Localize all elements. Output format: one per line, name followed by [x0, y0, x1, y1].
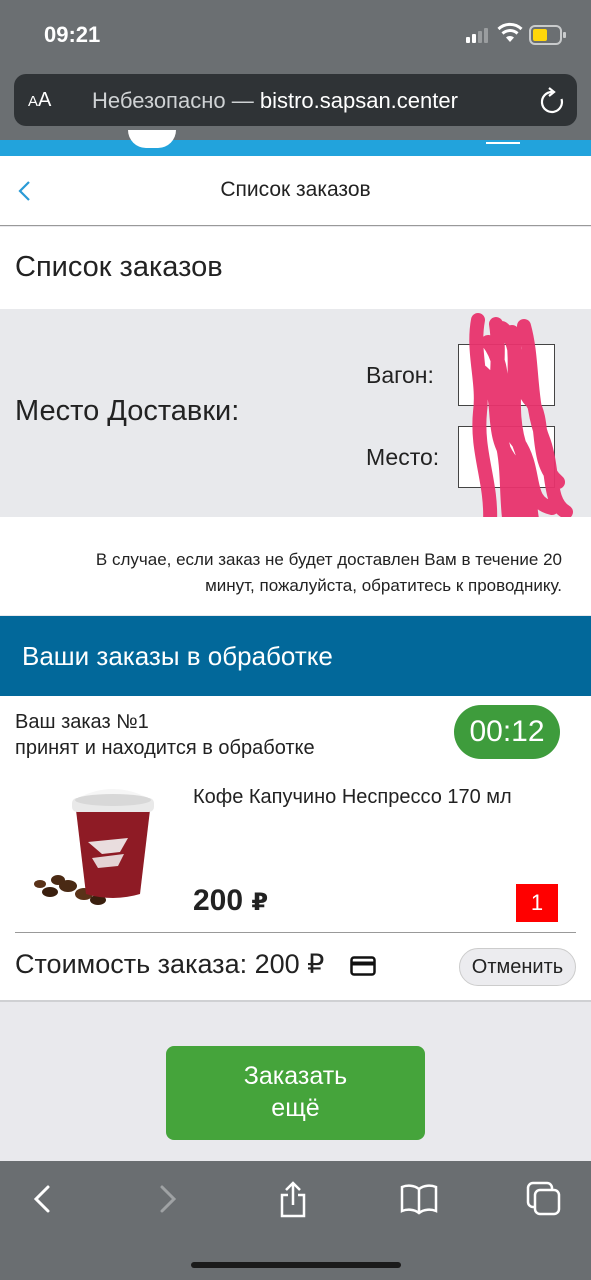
- url-text[interactable]: Небезопасно — bistro.sapsan.center: [92, 88, 458, 114]
- order-more-line-2: ещё: [271, 1094, 320, 1122]
- site-logo[interactable]: [128, 130, 176, 148]
- processing-title: Ваши заказы в обработке: [22, 641, 333, 671]
- reload-icon[interactable]: [539, 87, 565, 115]
- status-time: 09:21: [44, 22, 101, 47]
- order-divider: [15, 932, 576, 933]
- reader-text-size-button[interactable]: AA: [28, 89, 51, 112]
- product-name: Кофе Капучино Неспрессо 170 мл: [193, 786, 512, 808]
- product-price: 200 ₽: [193, 884, 269, 917]
- site-header-stripe: [0, 130, 591, 156]
- wifi-icon: [497, 22, 523, 42]
- forward-arrow-icon[interactable]: [156, 1181, 180, 1217]
- order-timer-badge: 00:12: [454, 705, 560, 759]
- delivery-notice: В случае, если заказ не будет доставлен …: [30, 547, 562, 599]
- credit-card-icon: [350, 956, 376, 976]
- page-title: Список заказов: [15, 251, 223, 283]
- signal-icon: [466, 28, 488, 43]
- cancel-order-button[interactable]: Отменить: [459, 948, 576, 986]
- order-status: принят и находится в обработке: [15, 737, 315, 759]
- share-icon[interactable]: [278, 1181, 308, 1219]
- seat-label: Место:: [366, 444, 440, 470]
- order-more-button[interactable]: Заказать ещё: [166, 1046, 425, 1140]
- currency-symbol: ₽: [251, 889, 269, 916]
- domain-label: bistro.sapsan.center: [259, 88, 458, 113]
- nav-title: Список заказов: [220, 178, 371, 201]
- notice-line-1: В случае, если заказ не будет доставлен …: [95, 550, 562, 569]
- battery-icon: [529, 25, 566, 45]
- coffee-cup-image: [34, 789, 154, 905]
- security-label: Небезопасно —: [92, 88, 254, 113]
- order-more-line-1: Заказать: [243, 1062, 348, 1090]
- bookmarks-icon[interactable]: [400, 1181, 438, 1217]
- product-quantity-badge: 1: [516, 884, 558, 922]
- wagon-label: Вагон:: [366, 362, 434, 388]
- back-arrow-icon[interactable]: [30, 1181, 54, 1217]
- home-indicator: [191, 1262, 401, 1268]
- tabs-icon[interactable]: [526, 1181, 562, 1217]
- order-number: Ваш заказ №1: [15, 711, 149, 733]
- order-total: Стоимость заказа: 200 ₽: [15, 949, 325, 979]
- menu-icon[interactable]: [486, 142, 520, 144]
- delivery-label: Место Доставки:: [15, 395, 240, 427]
- notice-line-2: минут, пожалуйста, обратитесь к проводни…: [205, 576, 562, 595]
